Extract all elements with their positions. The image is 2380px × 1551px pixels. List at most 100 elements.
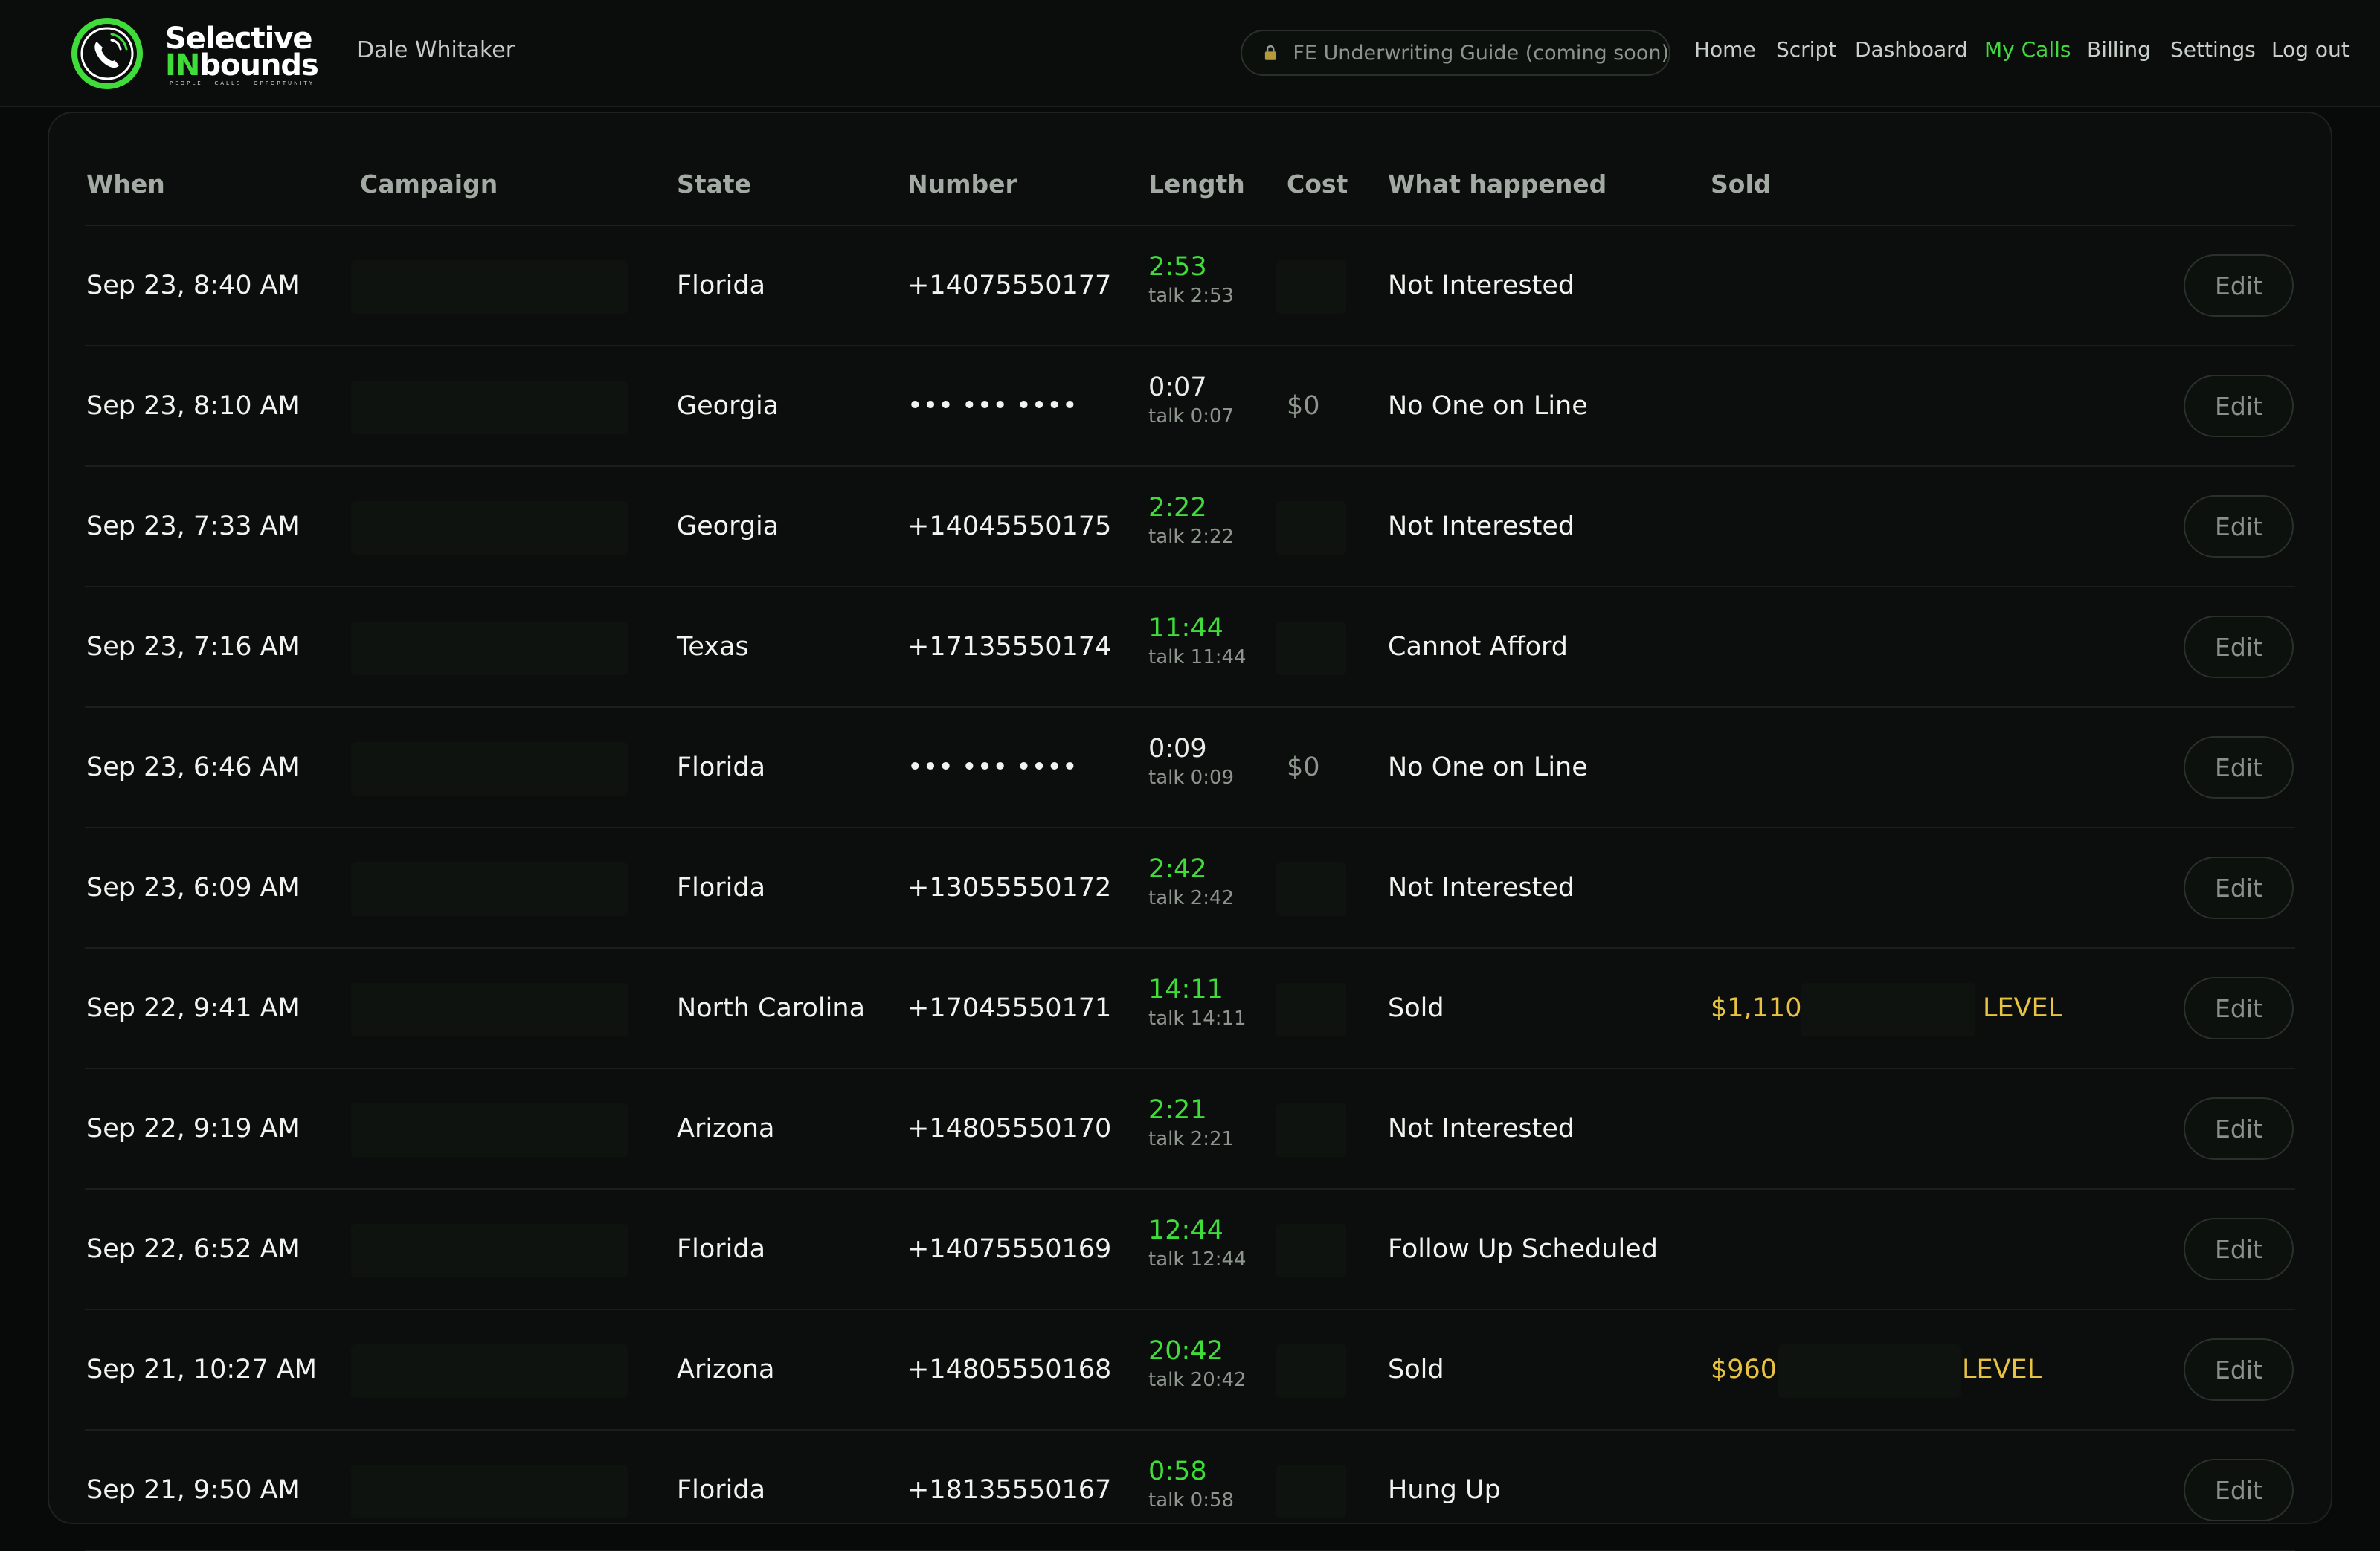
call-state: Florida bbox=[677, 873, 766, 903]
call-when: Sep 21, 10:27 AM bbox=[86, 1355, 318, 1384]
col-campaign[interactable]: Campaign bbox=[360, 170, 498, 199]
table-row[interactable]: Sep 23, 7:16 AM Texas +17135550174 11:44 t… bbox=[85, 587, 2295, 708]
brand-wordmark[interactable]: Selective INbounds PEOPLE · CALLS · OPPO… bbox=[165, 24, 319, 86]
nav-my-calls[interactable]: My Calls bbox=[1984, 37, 2071, 62]
nav-settings[interactable]: Settings bbox=[2170, 37, 2256, 62]
nav-dashboard[interactable]: Dashboard bbox=[1855, 37, 1968, 62]
table-row[interactable]: Sep 23, 8:40 AM Florida +14075550177 2:53 … bbox=[85, 226, 2295, 346]
underwriting-guide-label: FE Underwriting Guide (coming soon) bbox=[1293, 41, 1669, 65]
edit-button[interactable]: Edit bbox=[2184, 857, 2294, 919]
call-number: +14045550175 bbox=[907, 512, 1112, 541]
col-when[interactable]: When bbox=[86, 170, 165, 199]
call-number: +17135550174 bbox=[907, 632, 1112, 662]
call-length: 0:07 talk 0:07 bbox=[1148, 372, 1234, 430]
table-row[interactable]: Sep 22, 9:19 AM Arizona +14805550170 2:21 … bbox=[85, 1069, 2295, 1190]
call-state: Florida bbox=[677, 271, 766, 300]
call-outcome: Hung Up bbox=[1388, 1475, 1501, 1505]
campaign-redacted bbox=[351, 862, 628, 916]
underwriting-guide-button[interactable]: FE Underwriting Guide (coming soon) bbox=[1241, 30, 1670, 76]
campaign-redacted bbox=[351, 381, 628, 434]
call-outcome: Sold bbox=[1388, 1355, 1444, 1384]
cost-redacted bbox=[1276, 862, 1346, 916]
call-outcome: Follow Up Scheduled bbox=[1388, 1234, 1658, 1264]
call-when: Sep 21, 9:50 AM bbox=[86, 1475, 300, 1505]
call-number: ••• ••• •••• bbox=[907, 391, 1078, 421]
campaign-redacted bbox=[351, 260, 628, 314]
call-number: +18135550167 bbox=[907, 1475, 1112, 1505]
edit-button[interactable]: Edit bbox=[2184, 1459, 2294, 1521]
nav-log-out[interactable]: Log out bbox=[2271, 37, 2350, 62]
table-row[interactable]: Sep 23, 6:09 AM Florida +13055550172 2:42 … bbox=[85, 828, 2295, 949]
col-number[interactable]: Number bbox=[907, 170, 1017, 199]
table-row[interactable]: Sep 21, 10:27 AM Arizona +14805550168 20:4… bbox=[85, 1310, 2295, 1431]
table-row[interactable]: Sep 23, 8:10 AM Georgia ••• ••• •••• 0:07 … bbox=[85, 346, 2295, 467]
nav-home[interactable]: Home bbox=[1694, 37, 1756, 62]
call-talk-time: talk 2:22 bbox=[1148, 526, 1235, 548]
call-number: +14075550169 bbox=[907, 1234, 1112, 1264]
col-cost[interactable]: Cost bbox=[1287, 170, 1348, 199]
call-number: ••• ••• •••• bbox=[907, 752, 1078, 782]
call-talk-time: talk 0:07 bbox=[1148, 405, 1235, 428]
call-length: 12:44 talk 12:44 bbox=[1148, 1215, 1247, 1273]
col-state[interactable]: State bbox=[677, 170, 751, 199]
call-length: 0:58 talk 0:58 bbox=[1148, 1456, 1234, 1514]
table-row[interactable]: Sep 23, 6:46 AM Florida ••• ••• •••• 0:09 … bbox=[85, 708, 2295, 828]
edit-button[interactable]: Edit bbox=[2184, 375, 2294, 437]
call-talk-time: talk 2:53 bbox=[1148, 285, 1235, 307]
edit-button[interactable]: Edit bbox=[2184, 1097, 2294, 1160]
call-outcome: Cannot Afford bbox=[1388, 632, 1568, 662]
edit-button[interactable]: Edit bbox=[2184, 1338, 2294, 1401]
sold-amount: $960, bbox=[1711, 1355, 1786, 1384]
cost-redacted bbox=[1276, 1465, 1346, 1518]
nav-billing[interactable]: Billing bbox=[2087, 37, 2151, 62]
call-talk-time: talk 14:11 bbox=[1148, 1007, 1247, 1030]
col-what-happened[interactable]: What happened bbox=[1388, 170, 1606, 199]
call-when: Sep 22, 9:19 AM bbox=[86, 1114, 300, 1144]
edit-button[interactable]: Edit bbox=[2184, 495, 2294, 558]
table-row[interactable]: Sep 21, 9:50 AM Florida +18135550167 0:58 … bbox=[85, 1431, 2295, 1551]
cost-redacted bbox=[1276, 1103, 1346, 1157]
col-sold[interactable]: Sold bbox=[1711, 170, 1771, 199]
edit-button[interactable]: Edit bbox=[2184, 736, 2294, 799]
edit-button[interactable]: Edit bbox=[2184, 616, 2294, 678]
call-when: Sep 23, 7:33 AM bbox=[86, 512, 300, 541]
call-length: 20:42 talk 20:42 bbox=[1148, 1335, 1247, 1393]
call-number: +14805550168 bbox=[907, 1355, 1112, 1384]
edit-button[interactable]: Edit bbox=[2184, 1218, 2294, 1280]
call-talk-time: talk 11:44 bbox=[1148, 646, 1247, 668]
call-talk-time: talk 0:09 bbox=[1148, 767, 1235, 789]
call-talk-time: talk 0:58 bbox=[1148, 1489, 1235, 1512]
call-length-value: 2:42 bbox=[1148, 854, 1207, 884]
call-state: Florida bbox=[677, 1475, 766, 1505]
nav-script[interactable]: Script bbox=[1776, 37, 1836, 62]
table-row[interactable]: Sep 23, 7:33 AM Georgia +14045550175 2:22 … bbox=[85, 467, 2295, 587]
call-number: +14805550170 bbox=[907, 1114, 1112, 1144]
call-when: Sep 23, 8:10 AM bbox=[86, 391, 300, 421]
call-outcome: Not Interested bbox=[1388, 512, 1575, 541]
call-length: 0:09 talk 0:09 bbox=[1148, 733, 1234, 791]
sold-level: LEVEL bbox=[1983, 993, 2063, 1023]
call-outcome: No One on Line bbox=[1388, 752, 1588, 782]
call-length: 2:21 talk 2:21 bbox=[1148, 1094, 1234, 1152]
cost-redacted bbox=[1276, 1344, 1346, 1398]
call-talk-time: talk 2:42 bbox=[1148, 887, 1235, 909]
call-outcome: Sold bbox=[1388, 993, 1444, 1023]
call-length-value: 2:53 bbox=[1148, 252, 1207, 282]
lock-icon bbox=[1264, 45, 1276, 60]
edit-button[interactable]: Edit bbox=[2184, 254, 2294, 317]
campaign-redacted bbox=[351, 1344, 628, 1398]
call-when: Sep 23, 7:16 AM bbox=[86, 632, 300, 662]
table-row[interactable]: Sep 22, 9:41 AM North Carolina +1704555017… bbox=[85, 949, 2295, 1069]
call-number: +14075550177 bbox=[907, 271, 1112, 300]
cost-redacted bbox=[1276, 260, 1346, 314]
table-row[interactable]: Sep 22, 6:52 AM Florida +14075550169 12:44… bbox=[85, 1190, 2295, 1310]
call-outcome: Not Interested bbox=[1388, 1114, 1575, 1144]
call-cost: $0 bbox=[1287, 391, 1320, 421]
call-state: Georgia bbox=[677, 512, 779, 541]
edit-button[interactable]: Edit bbox=[2184, 977, 2294, 1039]
call-number: +17045550171 bbox=[907, 993, 1112, 1023]
phone-ring-logo-icon[interactable] bbox=[70, 16, 144, 91]
brand-line2: INbounds bbox=[165, 48, 319, 83]
col-length[interactable]: Length bbox=[1148, 170, 1245, 199]
call-length-value: 0:58 bbox=[1148, 1457, 1207, 1486]
